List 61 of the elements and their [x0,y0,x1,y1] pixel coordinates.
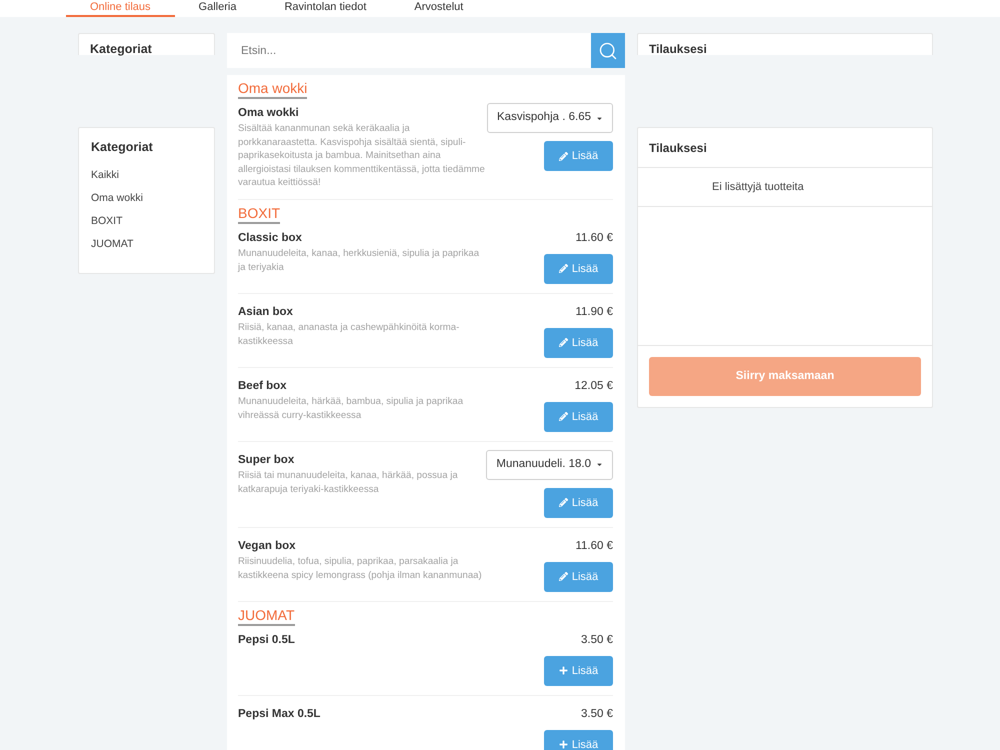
pencil-icon [558,572,568,582]
add-button[interactable]: Lisää [544,488,613,518]
panel-title: Kategoriat [91,139,154,155]
item-price: 12.05 € [574,378,613,394]
category-link[interactable]: BOXIT [91,210,214,233]
panel-title: Tilauksesi [649,140,707,156]
item-price: 11.90 € [575,304,613,320]
item-name: Asian box [238,304,294,320]
option-select[interactable]: Kasvispohja . 6.65 [487,103,613,133]
empty-cart-message: Ei lisättyjä tuotteita [712,180,804,195]
add-button[interactable]: Lisää [544,141,613,171]
item-description: Munanuudeleita, kanaa, herkkusieniä, sipulia ja paprikaa ja teriyakia [238,246,480,274]
panel-title: Tilauksesi [649,43,708,56]
item-price: 11.60 € [575,538,613,554]
nav-tab[interactable]: Arvostelut [390,0,488,17]
select-value: Kasvispohja . 6.65 [497,110,591,126]
item-name: Super box [238,452,296,468]
add-button[interactable]: Lisää [544,656,613,686]
add-button[interactable]: Lisää [544,402,613,432]
search-field[interactable]: Etsin... [227,33,591,68]
item-description: Riisiä tai munanuudeleita, kanaa, härkää, possua ja katkarapuja teriyaki-kastikkeessa [238,468,459,496]
item-name: Oma wokki [238,106,300,121]
nav-tab[interactable]: Online tilaus [66,0,175,17]
nav-tab[interactable]: Galleria [174,0,260,17]
section-heading: Oma wokki [238,81,308,99]
section-heading: JUOMAT [238,608,295,626]
select-value: Munanuudeli. 18.0 [496,457,591,472]
category-link[interactable]: Oma wokki [91,187,214,210]
add-button[interactable]: Lisää [544,562,613,592]
item-name: Beef box [238,378,288,394]
item-name: Vegan box [238,538,297,554]
item-description: Riisinuudelia, tofua, sipulia, paprikaa, parsakaalia ja kastikkeena spicy lemongrass (pohja ilman kananmunaa) [238,554,483,582]
add-button[interactable]: Lisää [544,730,613,750]
item-name: Classic box [238,230,303,246]
item-description: Riisiä, kanaa, ananasta ja cashewpähkinöitä korma-kastikkeessa [238,320,460,348]
pencil-icon [558,152,568,160]
pencil-icon [558,338,568,348]
pencil-icon [558,498,568,508]
pencil-icon [558,264,568,274]
item-description: Sisältää kananmunan sekä keräkaalia ja porkkanaraastetta. Kasvispohja sisältää sientä, sipuli-paprikasekoitusta ja bambua. Mainitsethan aina allergioistasi tilauksen kommenttikentässä, jotta tiedämme varautua keittiössä! [238,122,486,190]
option-select[interactable]: Munanuudeli. 18.0 [486,450,613,480]
item-name: Pepsi Max 0.5L [238,706,322,722]
item-name: Pepsi 0.5L [238,632,296,648]
item-price: 3.50 € [581,632,613,648]
caret-icon [596,461,603,468]
pencil-icon [558,412,568,422]
add-button[interactable]: Lisää [544,254,613,284]
category-link[interactable]: JUOMAT [91,233,214,256]
search-icon [598,40,618,60]
section-heading: BOXIT [238,206,280,224]
item-price: 3.50 € [581,706,613,722]
nav-tab[interactable]: Ravintolan tiedot [260,0,390,17]
search-button[interactable] [591,33,625,68]
add-button[interactable]: Lisää [544,328,613,358]
item-description: Munanuudeleita, härkää, bambua, sipulia ja paprikaa vihreässä curry-kastikkeessa [238,394,464,422]
category-link[interactable]: Kaikki [91,164,214,187]
plus-icon [558,740,568,750]
plus-icon [558,666,568,676]
caret-icon [596,114,603,122]
item-price: 11.60 € [575,230,613,246]
panel-title: Kategoriat [90,43,153,56]
